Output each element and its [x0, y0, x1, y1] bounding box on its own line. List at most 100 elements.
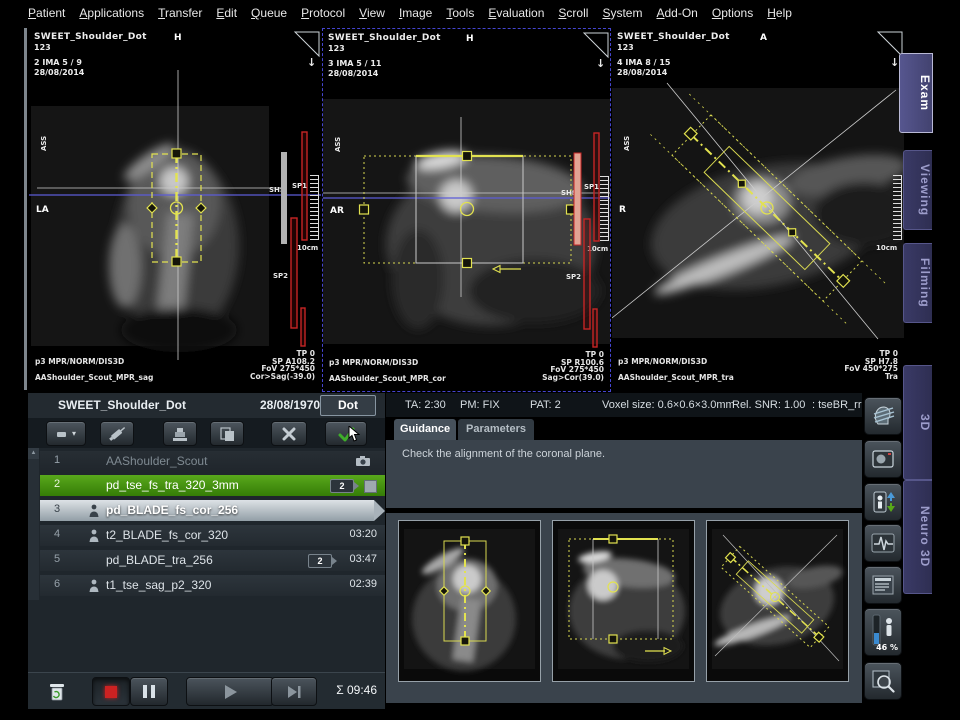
skip-next-button[interactable] — [271, 677, 317, 706]
sequence-name: AAShoulder_Scout — [106, 454, 207, 468]
sat-label-sp1: SP1 — [584, 183, 599, 191]
sequence-row-6[interactable]: 6 t1_tse_sag_p2_320 02:39 — [40, 575, 385, 596]
sequence-name: pd_BLADE_fs_cor_256 — [106, 503, 238, 517]
rotated-edge-label: ASS — [40, 136, 48, 151]
measurement-transport-bar: Σ 09:46 — [28, 672, 385, 709]
trash-button[interactable] — [42, 677, 72, 704]
image-header: SWEET_Shoulder_Dot 123 4 IMA 8 / 15 28/0… — [617, 32, 730, 77]
sequence-toolbar: ▾ — [28, 418, 385, 448]
viewport-sagittal[interactable]: SHS SP1 10cm SP2 LA ASS SWEET_Shoulder_D… — [29, 28, 321, 390]
menu-image[interactable]: Image — [399, 6, 432, 20]
sequence-number: 6 — [54, 578, 60, 590]
magnifier-icon — [870, 668, 896, 694]
menu-edit[interactable]: Edit — [216, 6, 237, 20]
viewport-scrollbar[interactable] — [24, 28, 27, 390]
sequence-type-label: : tseBR_rr — [812, 399, 862, 411]
scroll-down-icon[interactable]: ↓ — [307, 56, 316, 69]
play-button[interactable] — [186, 677, 274, 706]
mouse-cursor-icon — [348, 426, 360, 442]
view-mode-dropdown-button[interactable]: ▾ — [46, 421, 86, 446]
menu-queue[interactable]: Queue — [251, 6, 287, 20]
scroll-down-icon[interactable]: ↓ — [890, 56, 899, 69]
mri-image-coronal: SHS SP1 10cm SP2 AR ASS — [323, 29, 610, 389]
orientation-left-label: LA — [36, 205, 49, 215]
menu-patient[interactable]: Patient — [28, 6, 65, 20]
menu-options[interactable]: Options — [712, 6, 753, 20]
total-time-label: Σ 09:46 — [336, 683, 377, 697]
protocol-list-button[interactable] — [864, 566, 902, 604]
sequence-number: 4 — [54, 528, 60, 540]
patient-bar: SWEET_Shoulder_Dot 28/08/1970 Dot — [28, 393, 385, 418]
search-protocols-button[interactable] — [864, 662, 902, 700]
menu-help[interactable]: Help — [767, 6, 792, 20]
viewport-transversal[interactable]: 10cm R ASS SWEET_Shoulder_Dot 123 4 IMA … — [612, 28, 904, 390]
menu-system[interactable]: System — [602, 6, 642, 20]
stop-button[interactable] — [92, 677, 130, 706]
menu-bar: Patient Applications Transfer Edit Queue Prot… — [28, 6, 932, 24]
sat-label-sp2: SP2 — [566, 273, 581, 281]
physio-signal-button[interactable] — [864, 524, 902, 562]
image-footer-left: p3 MPR/NORM/DIS3D AAShoulder_Scout_MPR_t… — [618, 358, 734, 382]
tab-guidance[interactable]: Guidance — [394, 419, 456, 440]
pause-checkbox[interactable] — [364, 480, 377, 493]
apply-confirm-button[interactable] — [325, 421, 367, 446]
tab-viewing[interactable]: Viewing — [903, 150, 932, 230]
sequence-number: 2 — [54, 478, 60, 490]
autoalign-head-button[interactable] — [864, 397, 902, 435]
cancel-button[interactable] — [271, 421, 307, 446]
menu-transfer[interactable]: Transfer — [158, 6, 202, 20]
menu-tools[interactable]: Tools — [446, 6, 474, 20]
corner-handle-icon[interactable] — [584, 33, 608, 57]
tab-3d[interactable]: 3D — [903, 365, 932, 480]
sequence-row-4[interactable]: 4 t2_BLADE_fs_cor_320 03:20 — [40, 525, 385, 546]
stamp-icon — [171, 426, 189, 442]
pause-button[interactable] — [130, 677, 168, 706]
guidance-thumb-coronal[interactable] — [552, 520, 695, 682]
sar-monitor-button[interactable]: 46 % — [864, 608, 902, 656]
viewport-coronal-selected[interactable]: SHS SP1 10cm SP2 AR ASS SWEET_Shoulder_D… — [322, 28, 611, 392]
guidance-thumb-transversal[interactable] — [706, 520, 849, 682]
image-header: SWEET_Shoulder_Dot 123 3 IMA 5 / 11 28/0… — [328, 33, 441, 78]
corner-handle-icon[interactable] — [295, 32, 319, 56]
sequence-number: 1 — [54, 454, 60, 466]
tab-parameters[interactable]: Parameters — [458, 419, 534, 440]
play-icon — [221, 683, 239, 701]
menu-protocol[interactable]: Protocol — [301, 6, 345, 20]
sequence-time: 03:47 — [349, 553, 377, 565]
image-review-button[interactable] — [864, 440, 902, 478]
tab-filming[interactable]: Filming — [903, 243, 932, 323]
tab-exam[interactable]: Exam — [899, 53, 933, 133]
menu-applications[interactable]: Applications — [79, 6, 144, 20]
stamp-segments-button[interactable] — [163, 421, 197, 446]
copy-references-button[interactable] — [210, 421, 244, 446]
menu-scroll[interactable]: Scroll — [558, 6, 588, 20]
sequence-row-2-running[interactable]: 2 pd_tse_fs_tra_320_3mm 2 — [40, 475, 385, 496]
menu-view[interactable]: View — [359, 6, 385, 20]
measurement-count-badge: 2 — [330, 479, 354, 493]
sequence-row-3-selected[interactable]: 3 pd_BLADE_fs_cor_256 — [40, 500, 374, 521]
menu-evaluation[interactable]: Evaluation — [488, 6, 544, 20]
corner-handle-icon[interactable] — [878, 32, 902, 56]
tab-neuro-3d[interactable]: Neuro 3D — [903, 480, 932, 594]
patient-reposition-button[interactable] — [864, 483, 902, 521]
scroll-up-icon[interactable]: ▲ — [28, 448, 39, 459]
dot-engine-button[interactable]: Dot — [320, 395, 376, 416]
image-footer-left: p3 MPR/NORM/DIS3D AAShoulder_Scout_MPR_s… — [35, 358, 153, 382]
guidance-thumb-sagittal[interactable] — [398, 520, 541, 682]
scroll-down-icon[interactable]: ↓ — [596, 57, 605, 70]
copy-icon — [218, 426, 236, 442]
sequence-row-5[interactable]: 5 pd_BLADE_tra_256 2 03:47 — [40, 550, 385, 571]
sequence-name: pd_BLADE_tra_256 — [106, 553, 213, 567]
person-icon — [88, 504, 100, 518]
image-footer-right: TP 0SP A108.2 FoV 275*450Cor>Sag(-39.0) — [250, 350, 315, 380]
menu-add-on[interactable]: Add-On — [656, 6, 697, 20]
sequence-queue: ▲ 1 AAShoulder_Scout 2 pd_tse_fs_tra_320… — [28, 448, 385, 672]
sequence-row-1[interactable]: 1 AAShoulder_Scout — [40, 451, 385, 472]
close-icon — [282, 427, 296, 441]
sequence-number: 3 — [54, 503, 60, 515]
contrast-injection-button[interactable] — [100, 421, 134, 446]
queue-scrollbar[interactable]: ▲ — [28, 448, 39, 600]
rotated-edge-label: ASS — [623, 136, 631, 151]
orientation-left-label: R — [619, 205, 626, 215]
guidance-thumbnails-panel — [386, 513, 862, 703]
